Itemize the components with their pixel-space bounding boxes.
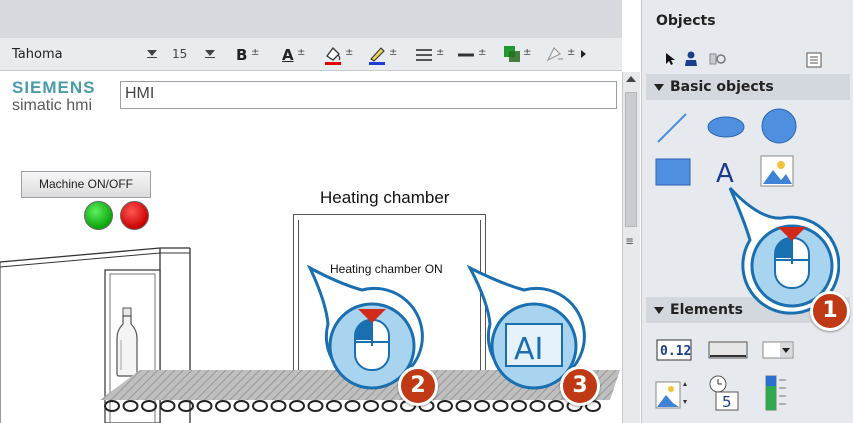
user-icon[interactable] bbox=[682, 51, 700, 67]
bar-icon[interactable] bbox=[762, 374, 792, 412]
status-lamp-red[interactable] bbox=[120, 201, 149, 230]
splitter-grip-icon[interactable]: ≡ bbox=[626, 234, 633, 248]
line-style-dropdown-icon[interactable]: ± bbox=[436, 47, 444, 58]
overflow-icon[interactable] bbox=[580, 49, 588, 59]
circle-icon[interactable] bbox=[759, 106, 799, 146]
collapse-triangle-icon bbox=[654, 306, 664, 314]
line-color-dropdown-icon[interactable]: ± bbox=[389, 47, 397, 58]
machine-on-off-button[interactable]: Machine ON/OFF bbox=[21, 171, 151, 198]
pointer-icon[interactable] bbox=[664, 52, 676, 66]
shadow-dropdown-icon[interactable]: ± bbox=[567, 47, 575, 58]
pattern-dropdown-icon[interactable]: ± bbox=[523, 47, 531, 58]
line-width-dropdown-icon[interactable]: ± bbox=[478, 47, 486, 58]
callout-3-label: AI bbox=[514, 332, 543, 367]
scroll-up-arrow-icon[interactable] bbox=[626, 76, 636, 82]
svg-text:5: 5 bbox=[722, 393, 732, 411]
graphic-io-icon[interactable] bbox=[654, 376, 690, 412]
scroll-thumb[interactable] bbox=[625, 92, 637, 227]
panel-toolbar bbox=[642, 40, 853, 70]
conveyor-roller bbox=[196, 400, 213, 412]
format-toolbar: Tahoma 15 B ± A ± ± ± ± ± ± ± bbox=[0, 38, 622, 71]
conveyor-roller bbox=[104, 400, 120, 412]
callout-2-badge: 2 bbox=[398, 366, 438, 406]
editor-tab-strip bbox=[0, 0, 622, 38]
shadow-icon[interactable] bbox=[544, 44, 566, 64]
collapse-triangle-icon bbox=[654, 83, 664, 91]
pattern-icon[interactable] bbox=[502, 44, 522, 64]
siemens-logo: SIEMENS bbox=[12, 78, 96, 97]
conveyor-roller bbox=[178, 400, 194, 412]
chamber-title: Heating chamber bbox=[320, 188, 450, 207]
rectangle-icon[interactable] bbox=[654, 156, 692, 188]
list-view-icon[interactable] bbox=[806, 52, 822, 68]
panel-title: Objects bbox=[656, 13, 716, 29]
line-icon[interactable] bbox=[654, 110, 690, 146]
font-color-dropdown-icon[interactable]: ± bbox=[297, 47, 305, 58]
conveyor-roller bbox=[215, 400, 231, 412]
svg-text:0.12: 0.12 bbox=[660, 344, 691, 359]
basic-objects-header[interactable]: Basic objects bbox=[646, 74, 850, 100]
font-size-select[interactable]: 15 bbox=[172, 47, 187, 61]
io-field-icon[interactable]: 0.12 bbox=[656, 338, 692, 362]
font-family-select[interactable]: Tahoma bbox=[12, 47, 63, 62]
date-time-icon[interactable]: 5 bbox=[706, 374, 742, 412]
line-color-icon[interactable] bbox=[366, 44, 388, 66]
bold-button[interactable]: B bbox=[236, 45, 247, 65]
ellipse-icon[interactable] bbox=[706, 112, 746, 142]
bold-dropdown-icon[interactable]: ± bbox=[251, 47, 259, 58]
conveyor-roller bbox=[159, 400, 176, 412]
callout-1-badge: 1 bbox=[810, 291, 850, 331]
conveyor-roller bbox=[270, 400, 287, 412]
product-name: simatic hmi bbox=[12, 97, 93, 114]
line-style-icon[interactable] bbox=[414, 46, 434, 64]
fill-color-dropdown-icon[interactable]: ± bbox=[345, 47, 353, 58]
line-width-icon[interactable] bbox=[456, 46, 476, 64]
symbolic-io-icon[interactable] bbox=[762, 340, 794, 360]
basic-objects-label: Basic objects bbox=[670, 79, 774, 95]
button-icon[interactable] bbox=[708, 340, 748, 360]
font-color-button[interactable]: A bbox=[282, 45, 294, 65]
callout-3-badge: 3 bbox=[560, 366, 600, 406]
font-family-dropdown-icon[interactable] bbox=[146, 49, 158, 59]
conveyor-roller bbox=[252, 400, 268, 412]
font-size-dropdown-icon[interactable] bbox=[204, 49, 216, 59]
settings-icon[interactable] bbox=[708, 51, 726, 67]
conveyor-roller bbox=[141, 400, 157, 412]
conveyor-roller bbox=[122, 400, 139, 412]
conveyor-roller bbox=[233, 400, 250, 412]
fill-color-icon[interactable] bbox=[322, 44, 344, 66]
status-lamp-green[interactable] bbox=[84, 201, 113, 230]
screen-title-field[interactable]: HMI bbox=[120, 81, 617, 109]
